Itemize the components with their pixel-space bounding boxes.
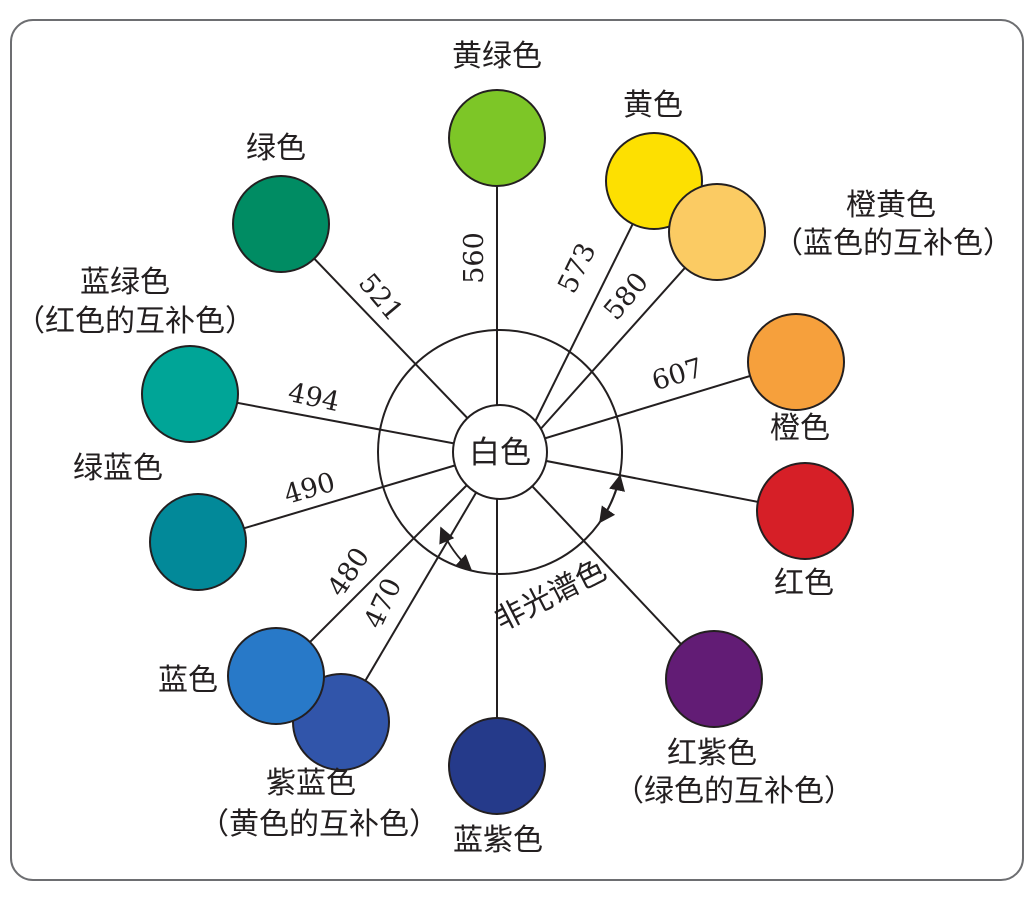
color-label-violet-blue-note: （黄色的互补色） bbox=[199, 807, 439, 842]
color-label-red-purple-note: （绿色的互补色） bbox=[614, 774, 854, 809]
swatch-blue-green bbox=[141, 345, 239, 443]
swatch-green-blue bbox=[149, 493, 247, 591]
swatch-blue-violet bbox=[448, 717, 546, 815]
color-label-red-purple: 红紫色 bbox=[667, 736, 757, 771]
swatch-orange-yellow bbox=[668, 183, 766, 281]
color-label-green-blue: 绿蓝色 bbox=[73, 451, 163, 486]
color-wheel-diagram: 560 573580607470480490494521 白色 非光谱色 黄绿色黄… bbox=[10, 19, 1024, 881]
wavelength-label-yellow-green: 560 bbox=[459, 232, 490, 284]
swatch-yellow-green bbox=[448, 89, 546, 187]
swatch-orange bbox=[747, 313, 845, 411]
color-label-yellow-green: 黄绿色 bbox=[452, 39, 542, 74]
color-label-blue: 蓝色 bbox=[158, 663, 218, 698]
color-label-blue-green-note: （红色的互补色） bbox=[15, 304, 255, 339]
swatch-red bbox=[756, 462, 854, 560]
color-label-orange: 橙色 bbox=[770, 411, 830, 446]
center-label: 白色 bbox=[469, 435, 531, 471]
swatch-blue bbox=[227, 627, 325, 725]
color-label-blue-green: 蓝绿色 bbox=[80, 265, 170, 300]
color-label-yellow: 黄色 bbox=[623, 88, 683, 123]
color-label-violet-blue: 紫蓝色 bbox=[266, 766, 356, 801]
swatch-red-purple bbox=[665, 630, 763, 728]
color-label-blue-violet: 蓝紫色 bbox=[453, 823, 543, 858]
color-label-red: 红色 bbox=[774, 566, 834, 601]
color-label-orange-yellow-note: （蓝色的互补色） bbox=[773, 226, 1013, 261]
color-label-orange-yellow: 橙黄色 bbox=[846, 188, 936, 223]
color-label-green: 绿色 bbox=[246, 131, 306, 166]
swatch-green bbox=[232, 175, 330, 273]
